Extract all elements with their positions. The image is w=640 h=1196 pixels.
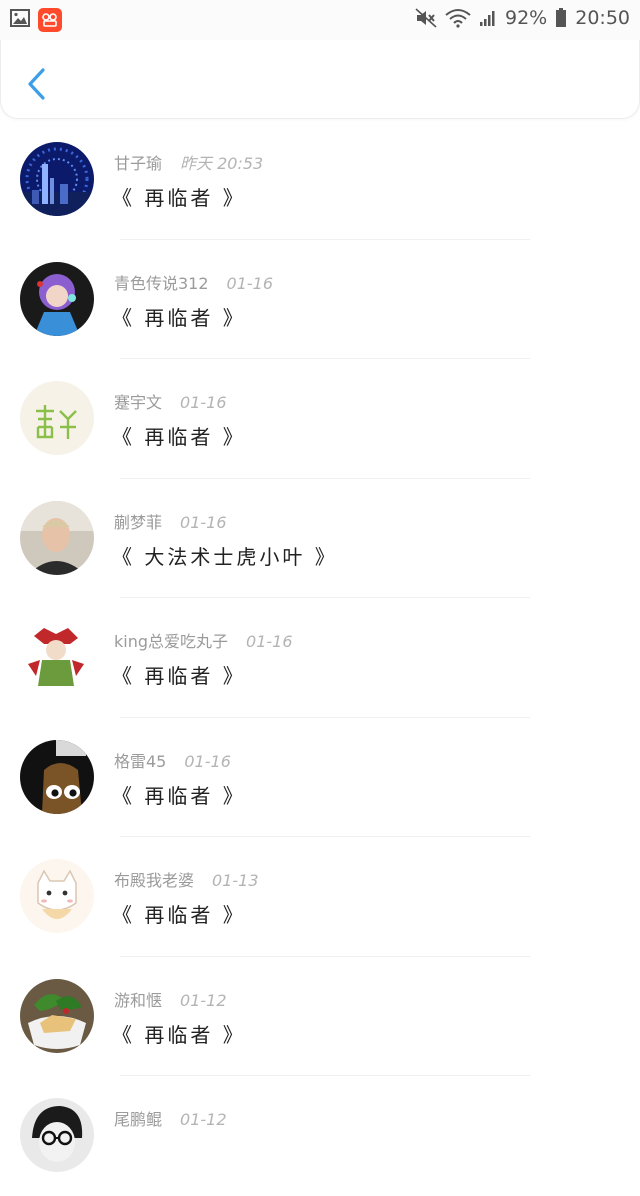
status-bar: 92% 20:50 bbox=[0, 0, 640, 40]
avatar[interactable] bbox=[20, 381, 94, 455]
avatar[interactable] bbox=[20, 500, 94, 575]
avatar[interactable] bbox=[20, 1098, 94, 1172]
mute-icon bbox=[415, 8, 437, 28]
signal-icon bbox=[479, 9, 497, 27]
comment-text[interactable]: 《 大法术士虎小叶 》 bbox=[112, 541, 338, 570]
user-name[interactable]: 蒯梦菲 bbox=[114, 513, 162, 532]
avatar[interactable] bbox=[20, 859, 94, 933]
comment-list: 甘子瑜 昨天 20:53 《 再临者 》 青色传说312 01-16 《 再临者 》 bbox=[0, 120, 640, 1196]
avatar[interactable] bbox=[20, 978, 94, 1053]
list-item[interactable]: 蹇宇文 01-16 《 再临者 》 bbox=[0, 359, 640, 479]
comment-date: 01-16 bbox=[180, 393, 227, 412]
comment-meta: king总爱吃丸子 01-16 bbox=[114, 628, 293, 652]
comment-date: 01-16 bbox=[184, 751, 231, 771]
comment-date: 01-13 bbox=[212, 871, 259, 890]
user-name[interactable]: 游和惬 bbox=[114, 991, 162, 1010]
comment-date: 01-16 bbox=[246, 632, 293, 651]
comment-date: 01-12 bbox=[180, 990, 227, 1010]
comment-date: 01-12 bbox=[180, 1110, 227, 1129]
avatar[interactable] bbox=[20, 142, 94, 216]
user-name[interactable]: 甘子瑜 bbox=[114, 154, 162, 173]
list-item[interactable]: 青色传说312 01-16 《 再临者 》 bbox=[0, 240, 640, 359]
gallery-icon bbox=[10, 9, 30, 31]
top-nav-bar bbox=[0, 40, 640, 119]
comment-meta: 布殿我老婆 01-13 bbox=[114, 867, 259, 891]
clock: 20:50 bbox=[575, 7, 630, 29]
comment-meta: 蹇宇文 01-16 bbox=[114, 389, 227, 413]
list-item[interactable]: 甘子瑜 昨天 20:53 《 再临者 》 bbox=[0, 120, 640, 240]
comment-meta: 尾鹏鲲 01-12 bbox=[114, 1106, 227, 1130]
user-name[interactable]: king总爱吃丸子 bbox=[114, 632, 228, 651]
comment-text[interactable]: 《 再临者 》 bbox=[112, 899, 246, 928]
comment-meta: 蒯梦菲 01-16 bbox=[114, 509, 227, 533]
list-item[interactable]: 游和惬 01-12 《 再临者 》 bbox=[0, 957, 640, 1076]
avatar[interactable] bbox=[20, 739, 94, 814]
list-item[interactable]: 尾鹏鲲 01-12 bbox=[0, 1076, 640, 1196]
list-item[interactable]: 格雷45 01-16 《 再临者 》 bbox=[0, 718, 640, 837]
comment-date: 01-16 bbox=[180, 512, 227, 532]
chevron-left-icon bbox=[28, 68, 45, 100]
list-item[interactable]: king总爱吃丸子 01-16 《 再临者 》 bbox=[0, 598, 640, 718]
comment-meta: 青色传说312 01-16 bbox=[114, 270, 273, 294]
comment-text[interactable]: 《 再临者 》 bbox=[112, 302, 246, 331]
user-name[interactable]: 尾鹏鲲 bbox=[114, 1110, 162, 1129]
back-button[interactable] bbox=[19, 62, 55, 102]
comment-text[interactable]: 《 再临者 》 bbox=[112, 660, 246, 689]
avatar[interactable] bbox=[20, 261, 94, 336]
user-name[interactable]: 格雷45 bbox=[114, 752, 166, 771]
comment-text[interactable]: 《 再临者 》 bbox=[112, 780, 246, 809]
avatar[interactable] bbox=[20, 620, 94, 694]
battery-percent: 92% bbox=[505, 7, 548, 29]
comment-text[interactable]: 《 再临者 》 bbox=[112, 182, 246, 211]
comment-date: 昨天 20:53 bbox=[180, 154, 264, 173]
list-item[interactable]: 蒯梦菲 01-16 《 大法术士虎小叶 》 bbox=[0, 479, 640, 598]
comment-date: 01-16 bbox=[226, 273, 274, 293]
user-name[interactable]: 布殿我老婆 bbox=[114, 871, 194, 890]
comment-text[interactable]: 《 再临者 》 bbox=[112, 421, 246, 450]
comment-meta: 游和惬 01-12 bbox=[114, 987, 227, 1011]
app-notification-icon bbox=[38, 8, 62, 32]
user-name[interactable]: 蹇宇文 bbox=[114, 393, 162, 412]
list-item[interactable]: 布殿我老婆 01-13 《 再临者 》 bbox=[0, 837, 640, 957]
wifi-icon bbox=[445, 8, 471, 28]
user-name[interactable]: 青色传说312 bbox=[114, 274, 209, 293]
comment-meta: 甘子瑜 昨天 20:53 bbox=[114, 150, 263, 174]
comment-text[interactable]: 《 再临者 》 bbox=[112, 1019, 246, 1048]
comment-meta: 格雷45 01-16 bbox=[114, 748, 231, 772]
battery-icon bbox=[555, 8, 567, 28]
